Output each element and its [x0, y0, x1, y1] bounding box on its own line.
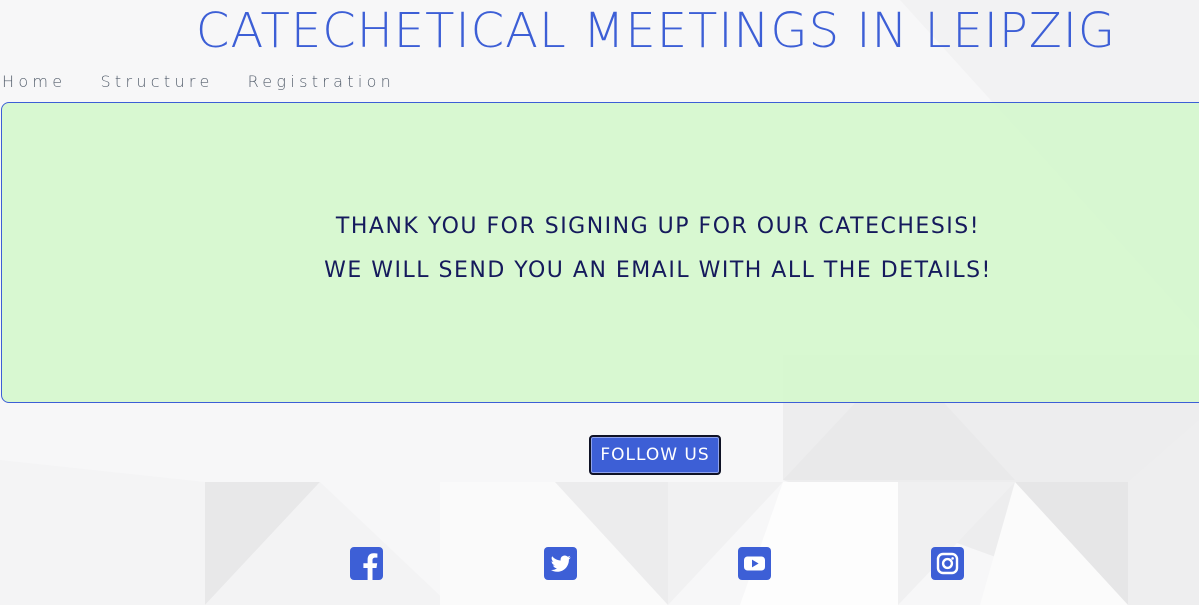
- nav-item-structure[interactable]: Structure: [100, 72, 213, 92]
- page-title: CATECHETICAL MEETINGS IN LEIPZIG: [195, 3, 1117, 59]
- nav-item-home[interactable]: Home: [2, 72, 66, 92]
- facebook-icon[interactable]: [350, 547, 383, 580]
- instagram-icon[interactable]: [931, 547, 964, 580]
- youtube-icon[interactable]: [738, 547, 771, 580]
- main-nav: Home Structure Registration: [2, 72, 395, 92]
- nav-item-registration[interactable]: Registration: [248, 72, 396, 92]
- confirmation-panel: THANK YOU FOR SIGNING UP FOR OUR CATECHE…: [1, 102, 1199, 403]
- twitter-icon[interactable]: [544, 547, 577, 580]
- confirmation-message: THANK YOU FOR SIGNING UP FOR OUR CATECHE…: [335, 214, 981, 239]
- follow-us-button[interactable]: FOLLOW US: [589, 435, 721, 475]
- confirmation-email-note: WE WILL SEND YOU AN EMAIL WITH ALL THE D…: [324, 258, 992, 283]
